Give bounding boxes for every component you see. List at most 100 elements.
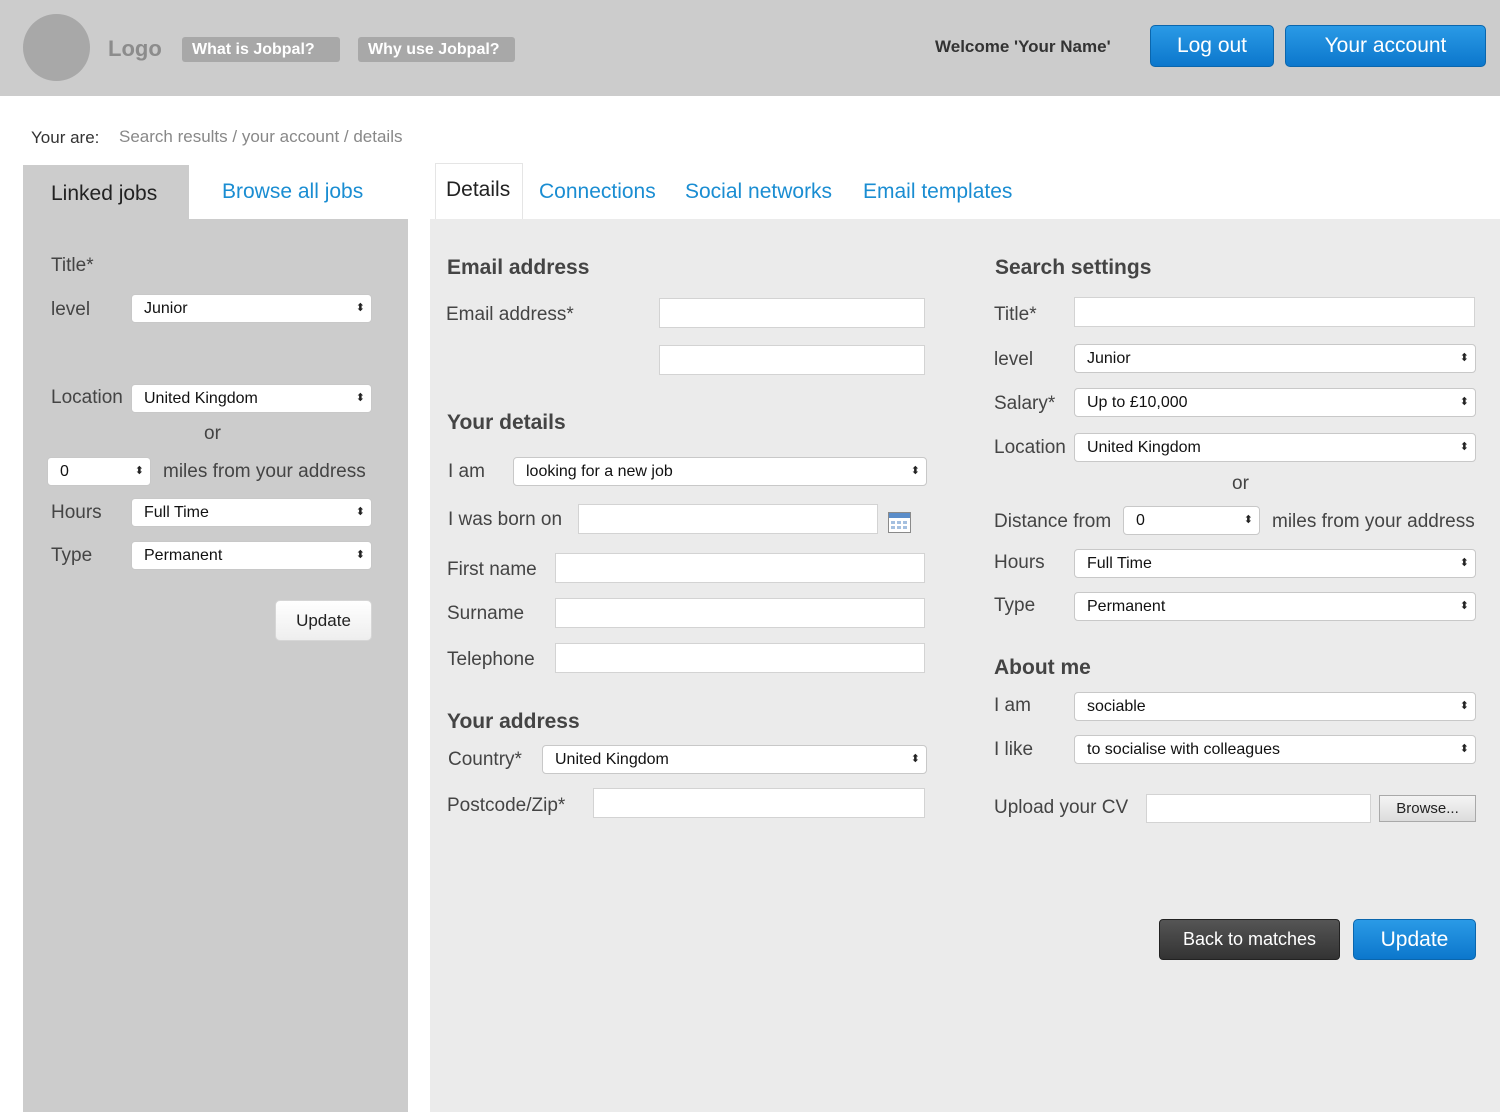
select-arrows-icon: ⬍	[1459, 557, 1469, 569]
distance-select[interactable]: 0 ⬍	[1123, 506, 1260, 535]
left-level-value: Junior	[144, 300, 188, 317]
left-location-value: United Kingdom	[144, 390, 258, 407]
select-arrows-icon: ⬍	[355, 506, 365, 518]
left-miles-value: 0	[60, 463, 69, 480]
search-type-label: Type	[994, 595, 1036, 616]
surname-label: Surname	[447, 603, 525, 624]
tab-email-templates[interactable]: Email templates	[863, 180, 1012, 204]
left-title-label: Title*	[51, 255, 94, 276]
search-level-label: level	[994, 349, 1034, 370]
about-i-am-label: I am	[994, 695, 1031, 716]
select-arrows-icon: ⬍	[355, 392, 365, 404]
tab-linked-jobs[interactable]: Linked jobs	[23, 165, 189, 221]
left-type-select[interactable]: Permanent ⬍	[131, 541, 372, 570]
email-heading: Email address	[447, 256, 590, 279]
upload-cv-label: Upload your CV	[994, 797, 1129, 818]
left-hours-select[interactable]: Full Time ⬍	[131, 498, 372, 527]
country-value: United Kingdom	[555, 751, 669, 768]
tab-social-networks[interactable]: Social networks	[685, 180, 832, 204]
logout-button[interactable]: Log out	[1150, 25, 1274, 67]
tab-browse-all-jobs[interactable]: Browse all jobs	[222, 180, 363, 204]
about-i-am-select[interactable]: sociable ⬍	[1074, 692, 1476, 721]
browse-button[interactable]: Browse...	[1379, 795, 1476, 822]
i-am-select[interactable]: looking for a new job ⬍	[513, 457, 927, 486]
search-type-select[interactable]: Permanent ⬍	[1074, 592, 1476, 621]
left-type-value: Permanent	[144, 547, 223, 564]
left-type-label: Type	[51, 545, 93, 566]
i-like-value: to socialise with colleagues	[1087, 741, 1280, 758]
search-or-text: or	[1232, 473, 1249, 494]
select-arrows-icon: ⬍	[1243, 514, 1253, 526]
search-location-value: United Kingdom	[1087, 439, 1201, 456]
search-title-input[interactable]	[1074, 297, 1475, 327]
select-arrows-icon: ⬍	[355, 302, 365, 314]
search-hours-select[interactable]: Full Time ⬍	[1074, 549, 1476, 578]
salary-select[interactable]: Up to £10,000 ⬍	[1074, 388, 1476, 417]
left-or-text: or	[204, 423, 221, 444]
select-arrows-icon: ⬍	[910, 465, 920, 477]
select-arrows-icon: ⬍	[910, 753, 920, 765]
breadcrumb-label: Your are:	[31, 128, 100, 147]
details-heading: Your details	[447, 411, 566, 434]
search-level-select[interactable]: Junior ⬍	[1074, 344, 1476, 373]
select-arrows-icon: ⬍	[1459, 700, 1469, 712]
left-hours-label: Hours	[51, 502, 102, 523]
search-heading: Search settings	[995, 256, 1152, 279]
salary-value: Up to £10,000	[1087, 394, 1188, 411]
logo-text: Logo	[108, 36, 162, 61]
back-to-matches-button[interactable]: Back to matches	[1159, 919, 1340, 960]
email-confirm-input[interactable]	[659, 345, 925, 375]
i-like-select[interactable]: to socialise with colleagues ⬍	[1074, 735, 1476, 764]
cv-file-input[interactable]	[1146, 794, 1371, 823]
country-select[interactable]: United Kingdom ⬍	[542, 745, 927, 774]
header: Logo What is Jobpal? Why use Jobpal? Wel…	[0, 0, 1500, 96]
breadcrumb[interactable]: Search results / your account / details	[119, 127, 402, 147]
update-button[interactable]: Update	[1353, 919, 1476, 960]
select-arrows-icon: ⬍	[1459, 600, 1469, 612]
logo-image	[23, 14, 90, 81]
select-arrows-icon: ⬍	[134, 465, 144, 477]
left-update-button[interactable]: Update	[275, 600, 372, 641]
left-level-select[interactable]: Junior ⬍	[131, 294, 372, 323]
distance-value: 0	[1136, 512, 1145, 529]
postcode-label: Postcode/Zip*	[447, 795, 566, 816]
salary-label: Salary*	[994, 393, 1056, 414]
born-label: I was born on	[448, 509, 563, 530]
nav-why-use-jobpal[interactable]: Why use Jobpal?	[358, 37, 515, 62]
postcode-input[interactable]	[593, 788, 925, 818]
search-level-value: Junior	[1087, 350, 1131, 367]
search-hours-value: Full Time	[1087, 555, 1152, 572]
born-date-input[interactable]	[578, 504, 878, 534]
search-location-label: Location	[994, 437, 1066, 458]
address-heading: Your address	[447, 710, 580, 733]
select-arrows-icon: ⬍	[1459, 396, 1469, 408]
select-arrows-icon: ⬍	[355, 549, 365, 561]
telephone-input[interactable]	[555, 643, 925, 673]
tab-connections[interactable]: Connections	[539, 180, 656, 204]
left-hours-value: Full Time	[144, 504, 209, 521]
select-arrows-icon: ⬍	[1459, 352, 1469, 364]
left-location-select[interactable]: United Kingdom ⬍	[131, 384, 372, 413]
i-am-value: looking for a new job	[526, 463, 673, 480]
surname-input[interactable]	[555, 598, 925, 628]
left-level-label: level	[51, 299, 91, 320]
left-miles-select[interactable]: 0 ⬍	[47, 457, 151, 486]
select-arrows-icon: ⬍	[1459, 441, 1469, 453]
first-name-label: First name	[447, 559, 537, 580]
search-location-select[interactable]: United Kingdom ⬍	[1074, 433, 1476, 462]
about-heading: About me	[994, 656, 1091, 679]
tab-details[interactable]: Details	[435, 163, 523, 220]
select-arrows-icon: ⬍	[1459, 743, 1469, 755]
calendar-icon[interactable]	[888, 512, 911, 533]
your-account-button[interactable]: Your account	[1285, 25, 1486, 67]
i-am-label: I am	[448, 461, 485, 482]
welcome-text: Welcome 'Your Name'	[935, 37, 1111, 56]
email-label: Email address*	[446, 304, 574, 325]
email-input[interactable]	[659, 298, 925, 328]
i-like-label: I like	[994, 739, 1034, 760]
search-miles-label: miles from your address	[1272, 511, 1475, 532]
nav-what-is-jobpal[interactable]: What is Jobpal?	[182, 37, 340, 62]
first-name-input[interactable]	[555, 553, 925, 583]
distance-label: Distance from	[994, 511, 1112, 532]
telephone-label: Telephone	[447, 649, 535, 670]
